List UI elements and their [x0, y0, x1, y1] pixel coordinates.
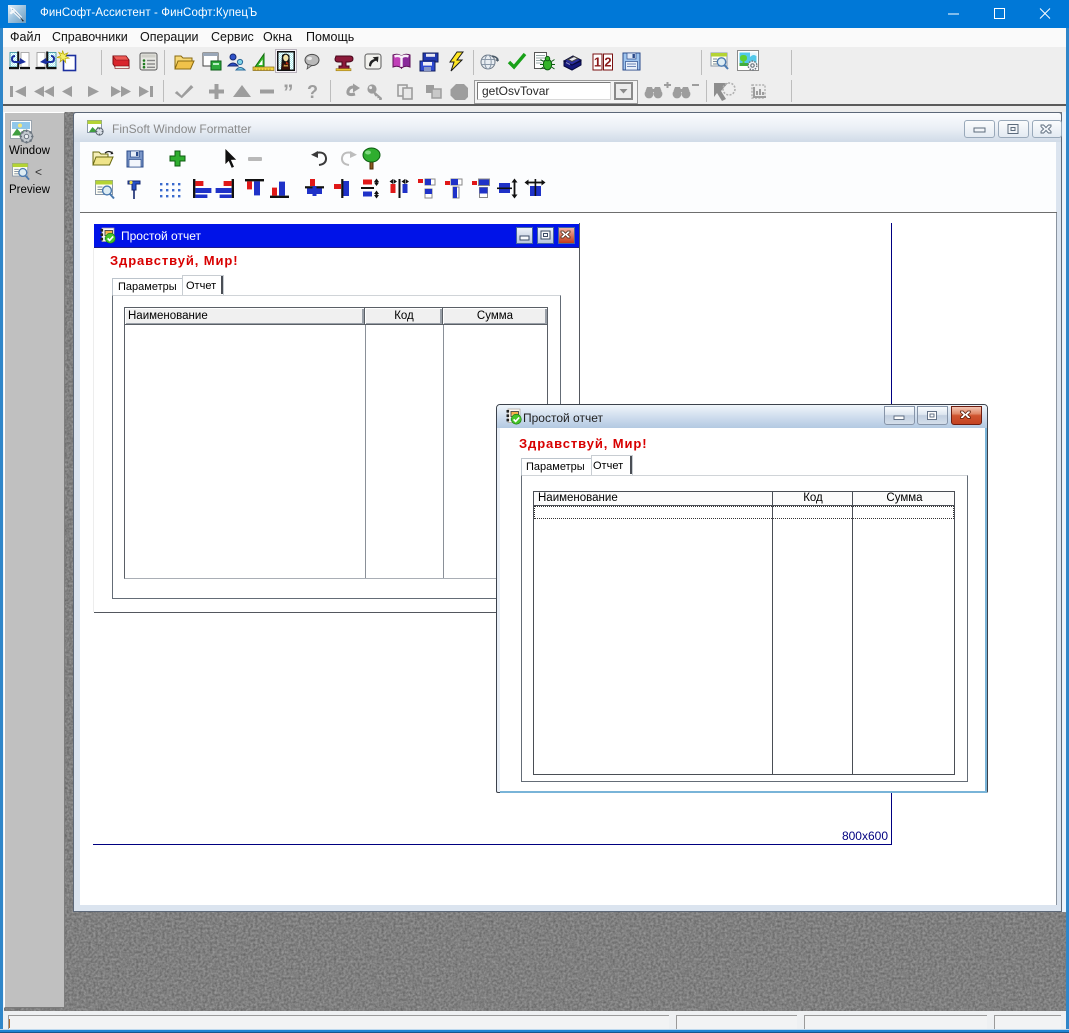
svg-text:”: ” — [283, 83, 294, 100]
svg-text:?: ? — [307, 83, 318, 100]
svg-text:2: 2 — [604, 55, 611, 70]
svg-text:1: 1 — [594, 55, 601, 70]
